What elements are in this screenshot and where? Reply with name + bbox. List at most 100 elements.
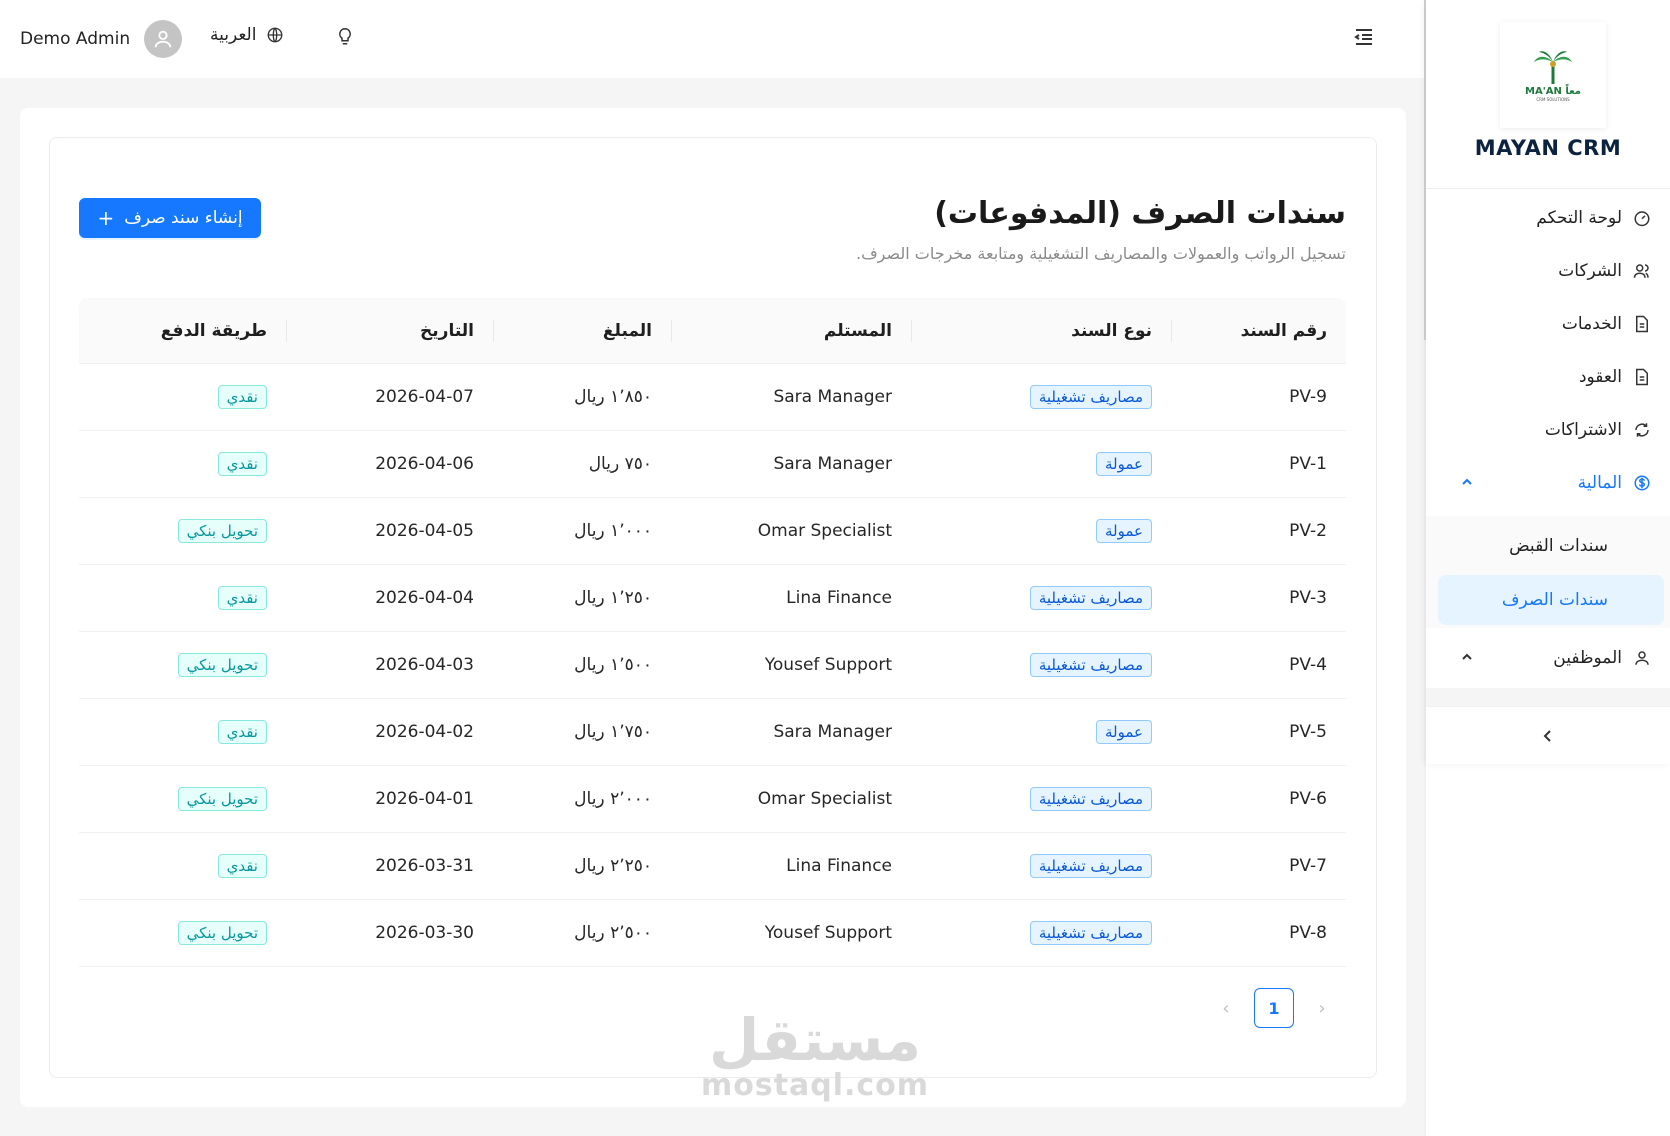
- voucher-type-tag: مصاريف تشغيلية: [1029, 787, 1152, 811]
- page-title: سندات الصرف (المدفوعات): [934, 196, 1346, 231]
- amount-cell: ٢٬٠٠٠ ريال: [574, 789, 652, 809]
- chevron-up-icon: [1462, 478, 1472, 485]
- sidebar-subitem-receipts[interactable]: سندات القبض: [1438, 521, 1664, 571]
- user-menu[interactable]: Demo Admin: [20, 20, 183, 58]
- voucher-type-cell: عمولة: [911, 431, 1171, 497]
- payment-method-cell: نقدي: [79, 833, 286, 899]
- date-cell: 2026-04-07: [375, 387, 474, 407]
- date-cell: 2026-03-31: [375, 856, 474, 876]
- sidebar-item-companies[interactable]: الشركات: [1426, 249, 1670, 293]
- column-header: رقم السند: [1171, 298, 1346, 363]
- table-row[interactable]: PV-5 عمولة Sara Manager ١٬٧٥٠ ريال 2026-04-0…: [79, 699, 1346, 766]
- sidebar-item-dashboard[interactable]: لوحة التحكم: [1426, 196, 1670, 240]
- sidebar-item-finance[interactable]: المالية: [1426, 461, 1670, 505]
- amount-cell: ١٬٧٥٠ ريال: [574, 722, 652, 742]
- table-row[interactable]: PV-9 مصاريف تشغيلية Sara Manager ١٬٨٥٠ ريال…: [79, 364, 1346, 431]
- dashboard-icon: [1632, 208, 1652, 228]
- payment-method-cell: تحويل بنكي: [79, 900, 286, 966]
- divider: [1426, 688, 1670, 706]
- recipient-cell: Yousef Support: [764, 923, 892, 943]
- table-header: رقم السند نوع السند المستلم المبلغ التار…: [79, 298, 1346, 364]
- table-row[interactable]: PV-6 مصاريف تشغيلية Omar Specialist ٢٬٠٠٠ ر…: [79, 766, 1346, 833]
- voucher-number-cell: PV-3: [1289, 588, 1327, 608]
- payment-method-cell: نقدي: [79, 565, 286, 631]
- table-row[interactable]: PV-2 عمولة Omar Specialist ١٬٠٠٠ ريال 2026-0…: [79, 498, 1346, 565]
- voucher-type-cell: مصاريف تشغيلية: [911, 632, 1171, 698]
- voucher-type-cell: عمولة: [911, 699, 1171, 765]
- globe-icon: [268, 27, 283, 43]
- voucher-number-cell: PV-2: [1289, 521, 1327, 541]
- menu-toggle-button[interactable]: [1354, 28, 1374, 50]
- pagination: ‹ 1 ›: [1216, 988, 1332, 1028]
- payment-method-tag: نقدي: [217, 385, 267, 409]
- payment-vouchers-table: رقم السند نوع السند المستلم المبلغ التار…: [79, 298, 1346, 967]
- brand-name: MAYAN CRM: [1474, 136, 1622, 160]
- collapse-sidebar-button[interactable]: [1426, 706, 1670, 764]
- column-header: التاريخ: [286, 298, 493, 363]
- amount-cell: ٢٬٥٠٠ ريال: [574, 923, 652, 943]
- sidebar-item-services[interactable]: الخدمات: [1426, 302, 1670, 346]
- payment-method-cell: نقدي: [79, 431, 286, 497]
- user-name: Demo Admin: [20, 29, 131, 49]
- table-row[interactable]: PV-4 مصاريف تشغيلية Yousef Support ١٬٥٠٠ ري…: [79, 632, 1346, 699]
- payment-method-tag: نقدي: [217, 854, 267, 878]
- logo-text: MA'AN معاً: [1525, 86, 1581, 97]
- sidebar: MA'AN معاً CRM SOLUTIONS MAYAN CRM لوحة …: [1426, 0, 1670, 764]
- payment-method-cell: نقدي: [79, 364, 286, 430]
- user-icon: [154, 30, 172, 48]
- voucher-type-cell: مصاريف تشغيلية: [911, 565, 1171, 631]
- amount-cell: ١٬٥٠٠ ريال: [574, 655, 652, 675]
- page-number[interactable]: 1: [1254, 988, 1294, 1028]
- voucher-number-cell: PV-6: [1289, 789, 1327, 809]
- recipient-cell: Omar Specialist: [757, 521, 892, 541]
- theme-toggle[interactable]: [336, 26, 354, 52]
- next-page-icon[interactable]: ›: [1312, 998, 1332, 1019]
- voucher-type-tag: مصاريف تشغيلية: [1029, 854, 1152, 878]
- amount-cell: ١٬٨٥٠ ريال: [574, 387, 652, 407]
- payment-method-tag: نقدي: [217, 452, 267, 476]
- top-header: Demo Admin العربية: [0, 0, 1424, 78]
- prev-page-icon[interactable]: ‹: [1216, 998, 1236, 1019]
- sidebar-subitem-payments[interactable]: سندات الصرف: [1438, 575, 1664, 625]
- column-header: طريقة الدفع: [160, 320, 267, 341]
- voucher-number-cell: PV-8: [1289, 923, 1327, 943]
- table-row[interactable]: PV-1 عمولة Sara Manager ٧٥٠ ريال 2026-04-06 ن…: [79, 431, 1346, 498]
- table-row[interactable]: PV-8 مصاريف تشغيلية Yousef Support ٢٬٥٠٠ ري…: [79, 900, 1346, 967]
- user-icon: [1632, 648, 1652, 668]
- voucher-type-tag: مصاريف تشغيلية: [1029, 921, 1152, 945]
- sidebar-item-employees[interactable]: الموظفين: [1426, 636, 1670, 680]
- date-cell: 2026-04-05: [375, 521, 474, 541]
- palm-logo-icon: [1534, 51, 1572, 84]
- recipient-cell: Lina Finance: [786, 588, 892, 608]
- table-row[interactable]: PV-3 مصاريف تشغيلية Lina Finance ١٬٢٥٠ ريال…: [79, 565, 1346, 632]
- create-button-label: إنشاء سند صرف: [124, 208, 243, 228]
- voucher-type-tag: مصاريف تشغيلية: [1029, 586, 1152, 610]
- column-header: نوع السند: [911, 298, 1171, 363]
- column-header: المستلم: [671, 298, 911, 363]
- users-icon: [1632, 261, 1652, 281]
- payment-method-cell: نقدي: [79, 699, 286, 765]
- sidebar-item-subscriptions[interactable]: الاشتراكات: [1426, 408, 1670, 452]
- date-cell: 2026-03-30: [375, 923, 474, 943]
- file-icon: [1632, 314, 1652, 334]
- payment-method-cell: تحويل بنكي: [79, 632, 286, 698]
- table-body: PV-9 مصاريف تشغيلية Sara Manager ١٬٨٥٠ ريال…: [79, 364, 1346, 967]
- table-row[interactable]: PV-7 مصاريف تشغيلية Lina Finance ٢٬٢٥٠ ريال…: [79, 833, 1346, 900]
- amount-cell: ٧٥٠ ريال: [588, 454, 652, 474]
- recipient-cell: Omar Specialist: [757, 789, 892, 809]
- voucher-type-tag: مصاريف تشغيلية: [1029, 385, 1152, 409]
- avatar[interactable]: [144, 20, 183, 58]
- date-cell: 2026-04-06: [375, 454, 474, 474]
- amount-cell: ١٬٠٠٠ ريال: [574, 521, 652, 541]
- language-switcher[interactable]: العربية: [210, 25, 284, 45]
- amount-cell: ٢٬٢٥٠ ريال: [574, 856, 652, 876]
- create-payment-voucher-button[interactable]: إنشاء سند صرف +: [79, 198, 261, 238]
- watermark: مستقل mostaql.com: [690, 1010, 940, 1102]
- voucher-number-cell: PV-7: [1289, 856, 1327, 876]
- sidebar-item-contracts[interactable]: العقود: [1426, 355, 1670, 399]
- chevron-left-icon: [1543, 729, 1551, 742]
- voucher-type-tag: عمولة: [1096, 720, 1152, 744]
- watermark-arabic: مستقل: [708, 1006, 922, 1074]
- date-cell: 2026-04-01: [375, 789, 474, 809]
- payment-method-tag: تحويل بنكي: [177, 921, 267, 945]
